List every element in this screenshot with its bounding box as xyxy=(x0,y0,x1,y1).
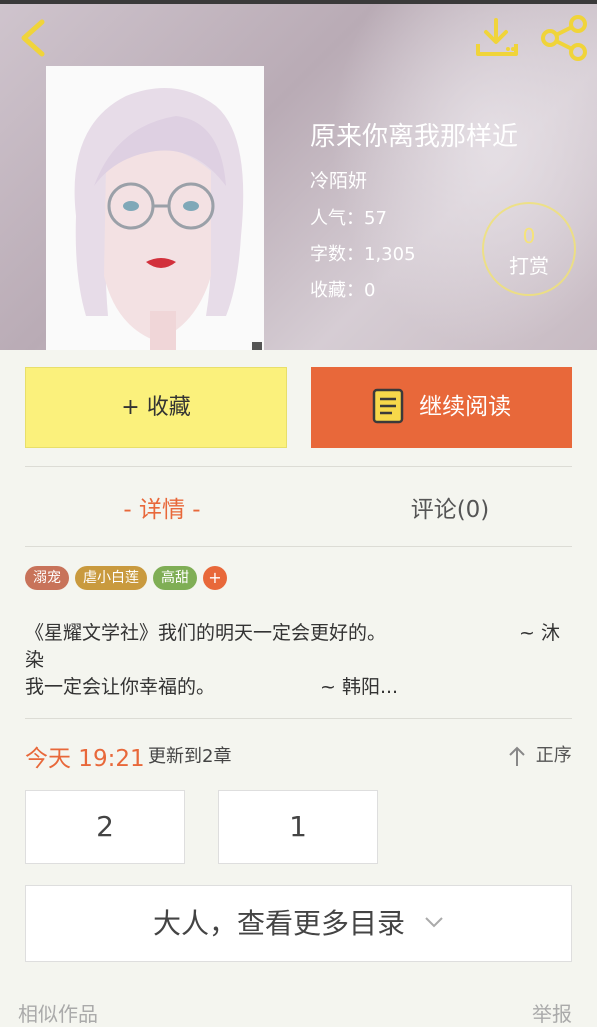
tip-button[interactable]: 0 打赏 xyxy=(482,202,576,296)
intro-signature: ~ 韩阳... xyxy=(320,676,399,698)
update-time: 今天 19:21 xyxy=(25,746,145,772)
tag-item[interactable]: 溺宠 xyxy=(25,566,69,590)
update-status: 更新到2章 xyxy=(148,746,232,767)
continue-reading-button[interactable]: 继续阅读 xyxy=(311,367,572,448)
author-name[interactable]: 冷陌妍 xyxy=(310,166,367,193)
tag-item[interactable]: 高甜 xyxy=(153,566,197,590)
share-icon xyxy=(541,15,587,61)
intro-line: 我一定会让你幸福的。 ~ 韩阳... xyxy=(25,674,570,701)
more-chapters-label: 大人，查看更多目录 xyxy=(153,907,406,940)
divider xyxy=(25,546,572,547)
intro-text: 染 xyxy=(25,649,45,671)
chevron-down-icon xyxy=(425,917,443,928)
similar-works-heading: 相似作品 xyxy=(18,1002,98,1026)
tab-details[interactable]: - 详情 - xyxy=(62,490,262,524)
chapter-item[interactable]: 2 xyxy=(25,790,185,864)
tip-count: 0 xyxy=(522,224,536,248)
intro-text: 《星耀文学社》我们的明天一定会更好的。 xyxy=(25,622,387,644)
share-button[interactable] xyxy=(538,14,590,62)
word-count-stat: 字数：1,305 xyxy=(310,244,416,265)
download-button[interactable] xyxy=(472,16,522,60)
collect-button[interactable]: + 收藏 xyxy=(25,367,287,448)
popularity-stat: 人气：57 xyxy=(310,208,387,229)
tag-list: 溺宠 虐小白莲 高甜 + xyxy=(25,566,227,590)
chapter-item[interactable]: 1 xyxy=(218,790,378,864)
tip-label: 打赏 xyxy=(509,254,549,278)
continue-reading-label: 继续阅读 xyxy=(419,394,512,420)
intro-line: 《星耀文学社》我们的明天一定会更好的。 ~ 沐 xyxy=(25,620,570,647)
more-chapters-button[interactable]: 大人，查看更多目录 xyxy=(25,885,572,962)
back-button[interactable] xyxy=(14,16,54,60)
report-link[interactable]: 举报 xyxy=(532,998,572,1027)
add-tag-button[interactable]: + xyxy=(203,566,227,590)
back-icon xyxy=(21,19,45,57)
book-header: 原来你离我那样近 冷陌妍 人气：57 字数：1,305 收藏：0 0 打赏 xyxy=(0,4,597,350)
sort-order-button[interactable]: 正序 xyxy=(508,741,572,767)
book-intro: 《星耀文学社》我们的明天一定会更好的。 ~ 沐 染 我一定会让你幸福的。 ~ 韩… xyxy=(25,620,570,701)
book-icon xyxy=(372,388,404,423)
divider xyxy=(25,466,572,467)
intro-text: 我一定会让你幸福的。 xyxy=(25,676,216,698)
divider xyxy=(25,718,572,719)
book-cover[interactable] xyxy=(46,66,264,350)
download-icon xyxy=(476,18,518,56)
sort-order-label: 正序 xyxy=(535,745,572,766)
cover-illustration xyxy=(46,66,264,350)
favorites-stat: 收藏：0 xyxy=(310,280,376,301)
tab-comments[interactable]: 评论(0) xyxy=(350,490,550,524)
book-title: 原来你离我那样近 xyxy=(310,122,519,152)
tag-item[interactable]: 虐小白莲 xyxy=(75,566,147,590)
arrow-up-icon xyxy=(509,746,525,766)
intro-signature: ~ 沐 xyxy=(519,622,560,644)
